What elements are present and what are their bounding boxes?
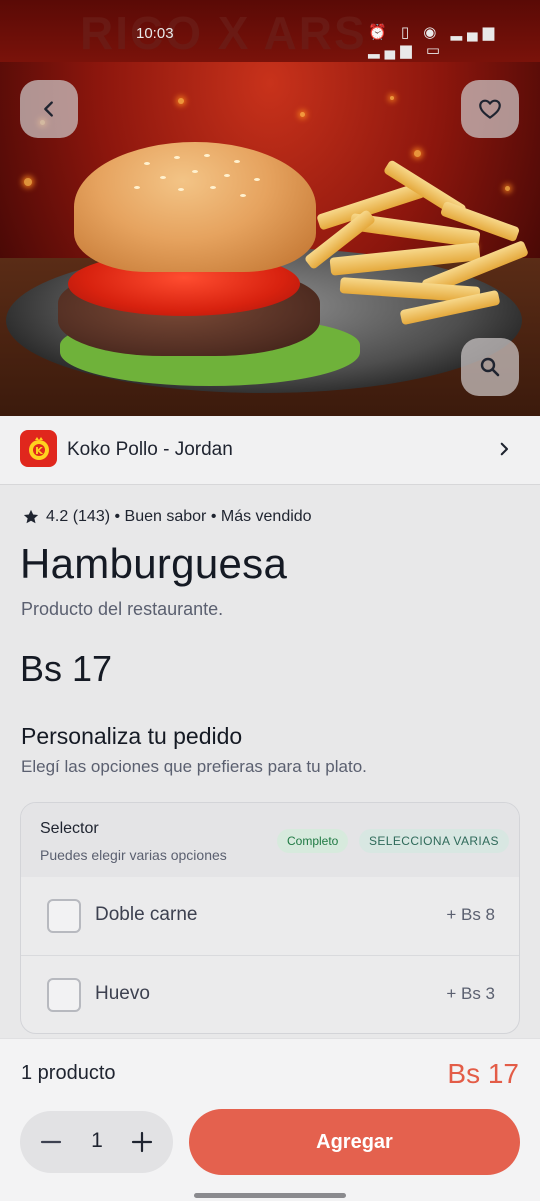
product-description: Producto del restaurante. (21, 599, 224, 619)
store-name: Koko Pollo - Jordan (67, 439, 233, 460)
multi-select-badge: SELECCIONA VARIAS (359, 829, 509, 853)
minus-icon[interactable] (40, 1131, 62, 1153)
rating-line: 4.2 (143) • Buen sabor • Más vendido (22, 508, 312, 526)
selector-title: Selector (40, 820, 99, 837)
store-logo: K (20, 430, 57, 467)
total-price: Bs 17 (447, 1058, 519, 1089)
back-button[interactable] (20, 80, 78, 138)
bun (74, 142, 316, 272)
home-indicator[interactable] (194, 1193, 346, 1198)
search-icon (480, 357, 500, 377)
quantity-stepper: 1 (20, 1111, 173, 1173)
quantity-value: 1 (91, 1129, 103, 1152)
svg-text:K: K (35, 446, 44, 457)
heart-icon (479, 99, 501, 119)
store-row[interactable]: K Koko Pollo - Jordan (0, 416, 540, 485)
status-icons: ⏰ ▯ ◉ ▂▄▆ ▂▄▆ ▭ (368, 24, 500, 59)
plus-icon[interactable] (131, 1131, 153, 1153)
product-count-label: 1 producto (21, 1062, 116, 1084)
favorite-button[interactable] (461, 80, 519, 138)
customize-title: Personaliza tu pedido (21, 723, 243, 749)
option-row-huevo[interactable]: Huevo + Bs 3 (21, 956, 519, 1033)
option-label: Doble carne (95, 904, 198, 925)
bottom-bar: 1 producto Bs 17 1 Agregar (0, 1038, 540, 1201)
checkbox[interactable] (47, 978, 81, 1012)
search-button[interactable] (461, 338, 519, 396)
chevron-left-icon (44, 101, 53, 117)
complete-badge: Completo (277, 829, 349, 853)
star-icon (23, 509, 39, 524)
chevron-right-icon (500, 442, 509, 456)
rating-text: 4.2 (143) • Buen sabor • Más vendido (46, 508, 312, 525)
option-price: + Bs 3 (446, 984, 495, 1003)
options-card-header: Selector Puedes elegir varias opciones C… (21, 803, 519, 877)
product-title: Hamburguesa (20, 540, 288, 587)
option-label: Huevo (95, 983, 150, 1004)
checkbox[interactable] (47, 899, 81, 933)
status-time: 10:03 (136, 25, 174, 42)
option-price: + Bs 8 (446, 905, 495, 924)
add-to-cart-button[interactable]: Agregar (189, 1109, 520, 1175)
status-bar: 10:03 ⏰ ▯ ◉ ▂▄▆ ▂▄▆ ▭ (0, 0, 540, 64)
product-price: Bs 17 (20, 648, 113, 689)
customize-subtitle: Elegí las opciones que prefieras para tu… (21, 757, 367, 776)
option-row-doble-carne[interactable]: Doble carne + Bs 8 (21, 877, 519, 956)
store-logo-icon: K (28, 436, 49, 460)
options-card: Selector Puedes elegir varias opciones C… (20, 802, 520, 1034)
selector-subtitle: Puedes elegir varias opciones (40, 847, 227, 863)
